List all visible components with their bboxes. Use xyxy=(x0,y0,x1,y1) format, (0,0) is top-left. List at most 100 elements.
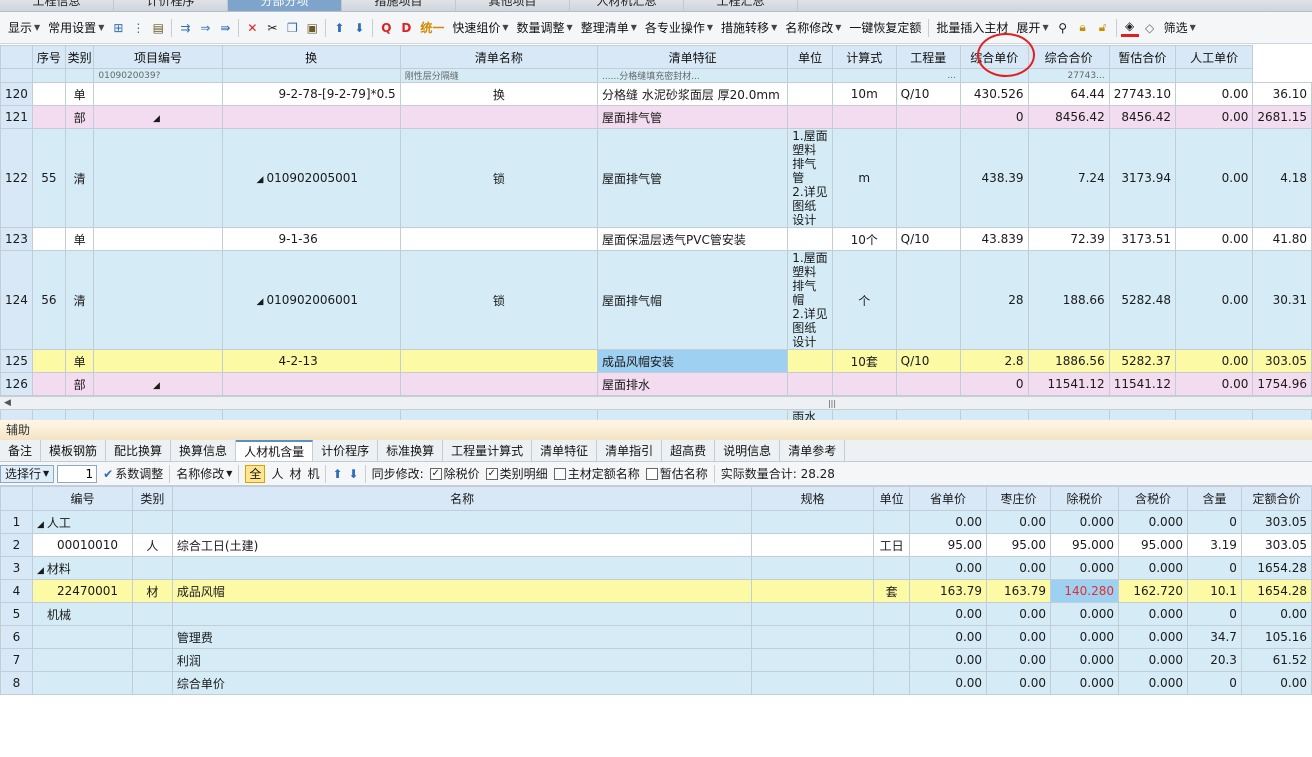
sub-tab-7[interactable]: 工程量计算式 xyxy=(443,440,533,461)
tab-3[interactable]: 措施项目 xyxy=(342,0,456,11)
expander-cell[interactable]: ◢ xyxy=(93,105,223,129)
select-row-menu[interactable]: 选择行 ▼ xyxy=(0,464,55,483)
sub-tab-12[interactable]: 清单参考 xyxy=(780,440,846,461)
column-header[interactable]: 工程量 xyxy=(895,45,961,69)
tab-2[interactable]: 分部分项 xyxy=(228,0,342,11)
column-header[interactable]: 人工单价 xyxy=(1174,45,1254,69)
est-name-checkbox[interactable]: 暂估名称 xyxy=(643,465,711,482)
column-header[interactable]: 换 xyxy=(221,45,401,69)
column-header[interactable]: 清单名称 xyxy=(399,45,599,69)
column-header[interactable]: 省单价 xyxy=(909,486,988,511)
table-row[interactable]: 123 单 9-1-36 屋面保温层透气PVC管安装 10个 Q/10 43.839 72.3… xyxy=(0,227,1312,251)
filter-all-button[interactable]: 全 xyxy=(242,464,268,483)
column-header[interactable]: 计算式 xyxy=(831,45,897,69)
copy-icon[interactable]: ❐ xyxy=(283,19,301,37)
column-header[interactable]: 规格 xyxy=(751,486,875,511)
tab-4[interactable]: 其他项目 xyxy=(456,0,570,11)
tab-1[interactable]: 计价程序 xyxy=(114,0,228,11)
lock-icon[interactable]: 🔒︎ xyxy=(1074,19,1092,37)
table-row[interactable]: 125 单 4-2-13 成品风帽安装 10套 Q/10 2.8 1886.56 5282.37… xyxy=(0,349,1312,373)
table-row[interactable]: 2 00010010 人综合工日(土建) 工日 95.00 95.00 95.000 95.0… xyxy=(0,533,1312,557)
sub-tab-11[interactable]: 说明信息 xyxy=(715,440,781,461)
collapse-triangle-icon[interactable]: ◢ xyxy=(153,381,160,391)
expander-cell[interactable]: ◢ xyxy=(93,372,223,396)
column-header[interactable]: 类别 xyxy=(64,45,95,69)
move-up-icon[interactable]: ⬆ xyxy=(330,19,348,37)
column-header[interactable]: 枣庄价 xyxy=(986,486,1051,511)
table-row[interactable]: 120 单 9-2-78-[9-2-79]*0.5 换分格缝 水泥砂浆面层 厚20.0… xyxy=(0,82,1312,106)
collapse-triangle-icon[interactable]: ◢ xyxy=(153,114,160,124)
move-down-icon[interactable]: ⬇ xyxy=(350,19,368,37)
cat-detail-checkbox[interactable]: ✓ 类别明细 xyxy=(483,465,551,482)
unify-button[interactable]: 统一 xyxy=(416,17,448,39)
collapse-triangle-icon[interactable]: ◢ xyxy=(257,297,264,307)
tab-6[interactable]: 工程汇总 xyxy=(684,0,798,11)
sub-tab-2[interactable]: 配比换算 xyxy=(106,440,172,461)
display-menu[interactable]: 显示 ▼ xyxy=(4,17,44,39)
clipboard-icon[interactable]: ▣ xyxy=(303,19,321,37)
column-header[interactable]: 除税价 xyxy=(1050,486,1119,511)
table-row[interactable]: 4 22470001 材成品风帽套 163.79 163.79 140.280 162.72… xyxy=(0,579,1312,603)
organize-list-menu[interactable]: 整理清单 ▼ xyxy=(577,17,641,39)
collapse-triangle-icon[interactable]: ◢ xyxy=(37,566,44,576)
table-row[interactable]: 124 56 清 ◢ 010902006001 锁屋面排气帽 1.屋面塑料排气帽 2.详见图纸… xyxy=(0,250,1312,350)
sub-tab-10[interactable]: 超高费 xyxy=(662,440,716,461)
common-settings-menu[interactable]: 常用设置 ▼ xyxy=(44,17,108,39)
expander-cell[interactable] xyxy=(93,250,223,350)
column-header[interactable]: 综合合价 xyxy=(1027,45,1110,69)
delete-icon[interactable]: ✕ xyxy=(243,19,261,37)
main-mat-name-checkbox[interactable]: 主材定额名称 xyxy=(551,465,643,482)
restore-quota-button[interactable]: 一键恢复定额 xyxy=(845,17,925,39)
quota-q-icon[interactable]: Q xyxy=(377,19,395,37)
expander-cell[interactable] xyxy=(93,349,223,373)
table-row[interactable]: 3 ◢ 材料 0.00 0.00 0.000 0.000 0 1654.28 xyxy=(0,556,1312,580)
table-row[interactable]: 1 ◢ 人工 0.00 0.00 0.000 0.000 0 303.05 xyxy=(0,510,1312,534)
column-header[interactable]: 类别 xyxy=(131,486,173,511)
row-count-input[interactable] xyxy=(57,464,98,483)
column-header[interactable]: 编号 xyxy=(31,486,133,511)
unlock-icon[interactable]: 🔓︎ xyxy=(1094,19,1112,37)
column-header[interactable]: 单位 xyxy=(873,486,911,511)
arrow-move-icon[interactable]: ⇉ xyxy=(176,19,194,37)
tax-excl-checkbox[interactable]: ✓ 除税价 xyxy=(427,465,483,482)
column-header[interactable]: 暂估合价 xyxy=(1108,45,1176,69)
quota-d-icon[interactable]: D xyxy=(397,19,415,37)
arrow-right-icon[interactable]: ⇒ xyxy=(196,19,214,37)
quick-price-menu[interactable]: 快速组价 ▼ xyxy=(448,17,512,39)
insert-row-icon[interactable]: ⊞ xyxy=(109,19,127,37)
filter-ji-button[interactable]: 机 xyxy=(304,465,322,482)
sub-tab-9[interactable]: 清单指引 xyxy=(597,440,663,461)
column-header[interactable]: 单位 xyxy=(787,45,833,69)
cut-icon[interactable]: ✂ xyxy=(263,19,281,37)
table-row[interactable]: 122 55 清 ◢ 010902005001 锁屋面排气管 1.屋面塑料排气管 2.详见图纸… xyxy=(0,128,1312,228)
coef-adjust-button[interactable]: ✔ 系数调整 xyxy=(100,465,166,482)
qty-adjust-menu[interactable]: 数量调整 ▼ xyxy=(513,17,577,39)
prof-ops-menu[interactable]: 各专业操作 ▼ xyxy=(641,17,717,39)
column-header[interactable]: 含税价 xyxy=(1117,486,1188,511)
sub-tab-6[interactable]: 标准换算 xyxy=(378,440,444,461)
sub-tab-4[interactable]: 人材机含量 xyxy=(236,440,314,461)
detail-name-edit-menu[interactable]: 名称修改 ▼ xyxy=(173,465,235,482)
scroll-thumb[interactable]: ||| xyxy=(820,400,844,408)
sub-tab-0[interactable]: 备注 xyxy=(0,440,42,461)
eraser-icon[interactable]: ◇ xyxy=(1141,19,1159,37)
sub-tab-8[interactable]: 清单特征 xyxy=(532,440,598,461)
sub-tab-3[interactable]: 换算信息 xyxy=(171,440,237,461)
split-icon[interactable]: ⋮ xyxy=(129,19,147,37)
detail-move-up-icon[interactable]: ⬆ xyxy=(329,467,345,481)
table-row[interactable]: 126 部 ◢ 屋面排水 0 11541.12 11541.12 0.00 1754.96 xyxy=(0,372,1312,396)
expander-cell[interactable] xyxy=(93,128,223,228)
column-header[interactable]: 序号 xyxy=(31,45,66,69)
arrow-branch-icon[interactable]: ⇛ xyxy=(216,19,234,37)
binoculars-icon[interactable]: ⚲ xyxy=(1054,19,1072,37)
table-row-partial[interactable]: 0109020039? 刚性层分隔缝 ......分格缝填充密封材...... 277… xyxy=(0,68,1312,83)
filter-menu[interactable]: 筛选 ▼ xyxy=(1160,17,1200,39)
collapse-triangle-icon[interactable]: ◢ xyxy=(37,520,44,530)
table-row[interactable]: 7 利润 0.00 0.00 0.000 0.000 20.3 61.52 xyxy=(0,648,1312,672)
expander-cell[interactable] xyxy=(93,82,223,106)
expander-cell[interactable] xyxy=(93,227,223,251)
collapse-triangle-icon[interactable]: ◢ xyxy=(257,175,264,185)
column-header[interactable]: 名称 xyxy=(171,486,753,511)
name-edit-menu[interactable]: 名称修改 ▼ xyxy=(781,17,845,39)
column-header[interactable]: 清单特征 xyxy=(597,45,789,69)
